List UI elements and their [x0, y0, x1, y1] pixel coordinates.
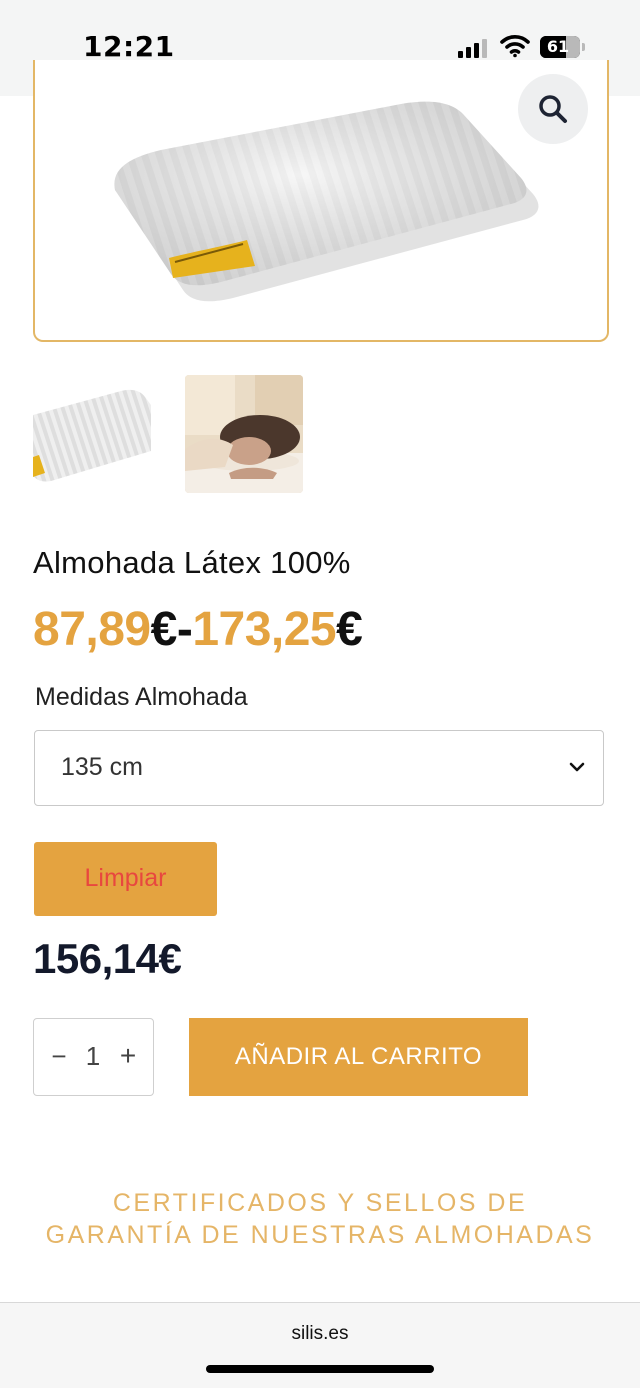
chevron-down-icon — [569, 762, 585, 772]
price-range: 87,89€-173,25€ — [33, 602, 363, 657]
zoom-icon — [539, 95, 567, 123]
add-to-cart-button[interactable]: AÑADIR AL CARRITO — [189, 1018, 528, 1096]
wifi-icon — [500, 35, 530, 58]
certificates-heading-line1: CERTIFICADOS Y SELLOS DE — [112, 1189, 528, 1217]
quantity-plus-button[interactable]: + — [116, 1040, 140, 1071]
quantity-stepper: − 1 + — [33, 1018, 154, 1096]
quantity-input[interactable]: 1 — [81, 1041, 105, 1071]
price-min: 87,89 — [33, 603, 151, 656]
thumbnail-woman-sleeping[interactable] — [185, 375, 303, 493]
certificates-heading-line2: GARANTÍA DE NUESTRAS ALMOHADAS — [45, 1221, 595, 1249]
variation-label: Medidas Almohada — [35, 683, 248, 711]
add-to-cart-label: AÑADIR AL CARRITO — [234, 1043, 483, 1070]
pillow-image — [114, 101, 539, 302]
thumbnail-pillow[interactable] — [33, 375, 151, 493]
home-indicator[interactable] — [206, 1365, 434, 1373]
size-select-value: 135 cm — [61, 753, 143, 781]
battery-icon: 61 — [540, 36, 580, 58]
product-title: Almohada Látex 100% — [33, 545, 351, 580]
battery-tip — [582, 43, 585, 51]
quantity-minus-button[interactable]: − — [48, 1041, 70, 1071]
certificates-heading: CERTIFICADOS Y SELLOS DE GARANTÍA DE NUE… — [0, 1187, 640, 1251]
status-time: 12:21 — [83, 30, 175, 63]
price-max: 173,25 — [192, 603, 337, 656]
url-text[interactable]: silis.es — [0, 1323, 640, 1345]
signal-icon — [458, 38, 490, 58]
variation-price: 156,14€ — [33, 935, 182, 982]
thumbnail-pillow-image — [33, 389, 151, 482]
clear-button-label: Limpiar — [84, 864, 167, 892]
size-select[interactable]: 135 cm — [34, 730, 604, 806]
price-range-separator: - — [176, 603, 193, 656]
thumbnail-woman-sleeping-image — [185, 375, 303, 493]
currency-symbol-max: € — [336, 603, 363, 656]
battery-level: 61 — [546, 37, 570, 56]
currency-symbol-min: € — [150, 603, 178, 656]
browser-address-bar: silis.es — [0, 1302, 640, 1388]
clear-button[interactable]: Limpiar — [34, 842, 217, 916]
